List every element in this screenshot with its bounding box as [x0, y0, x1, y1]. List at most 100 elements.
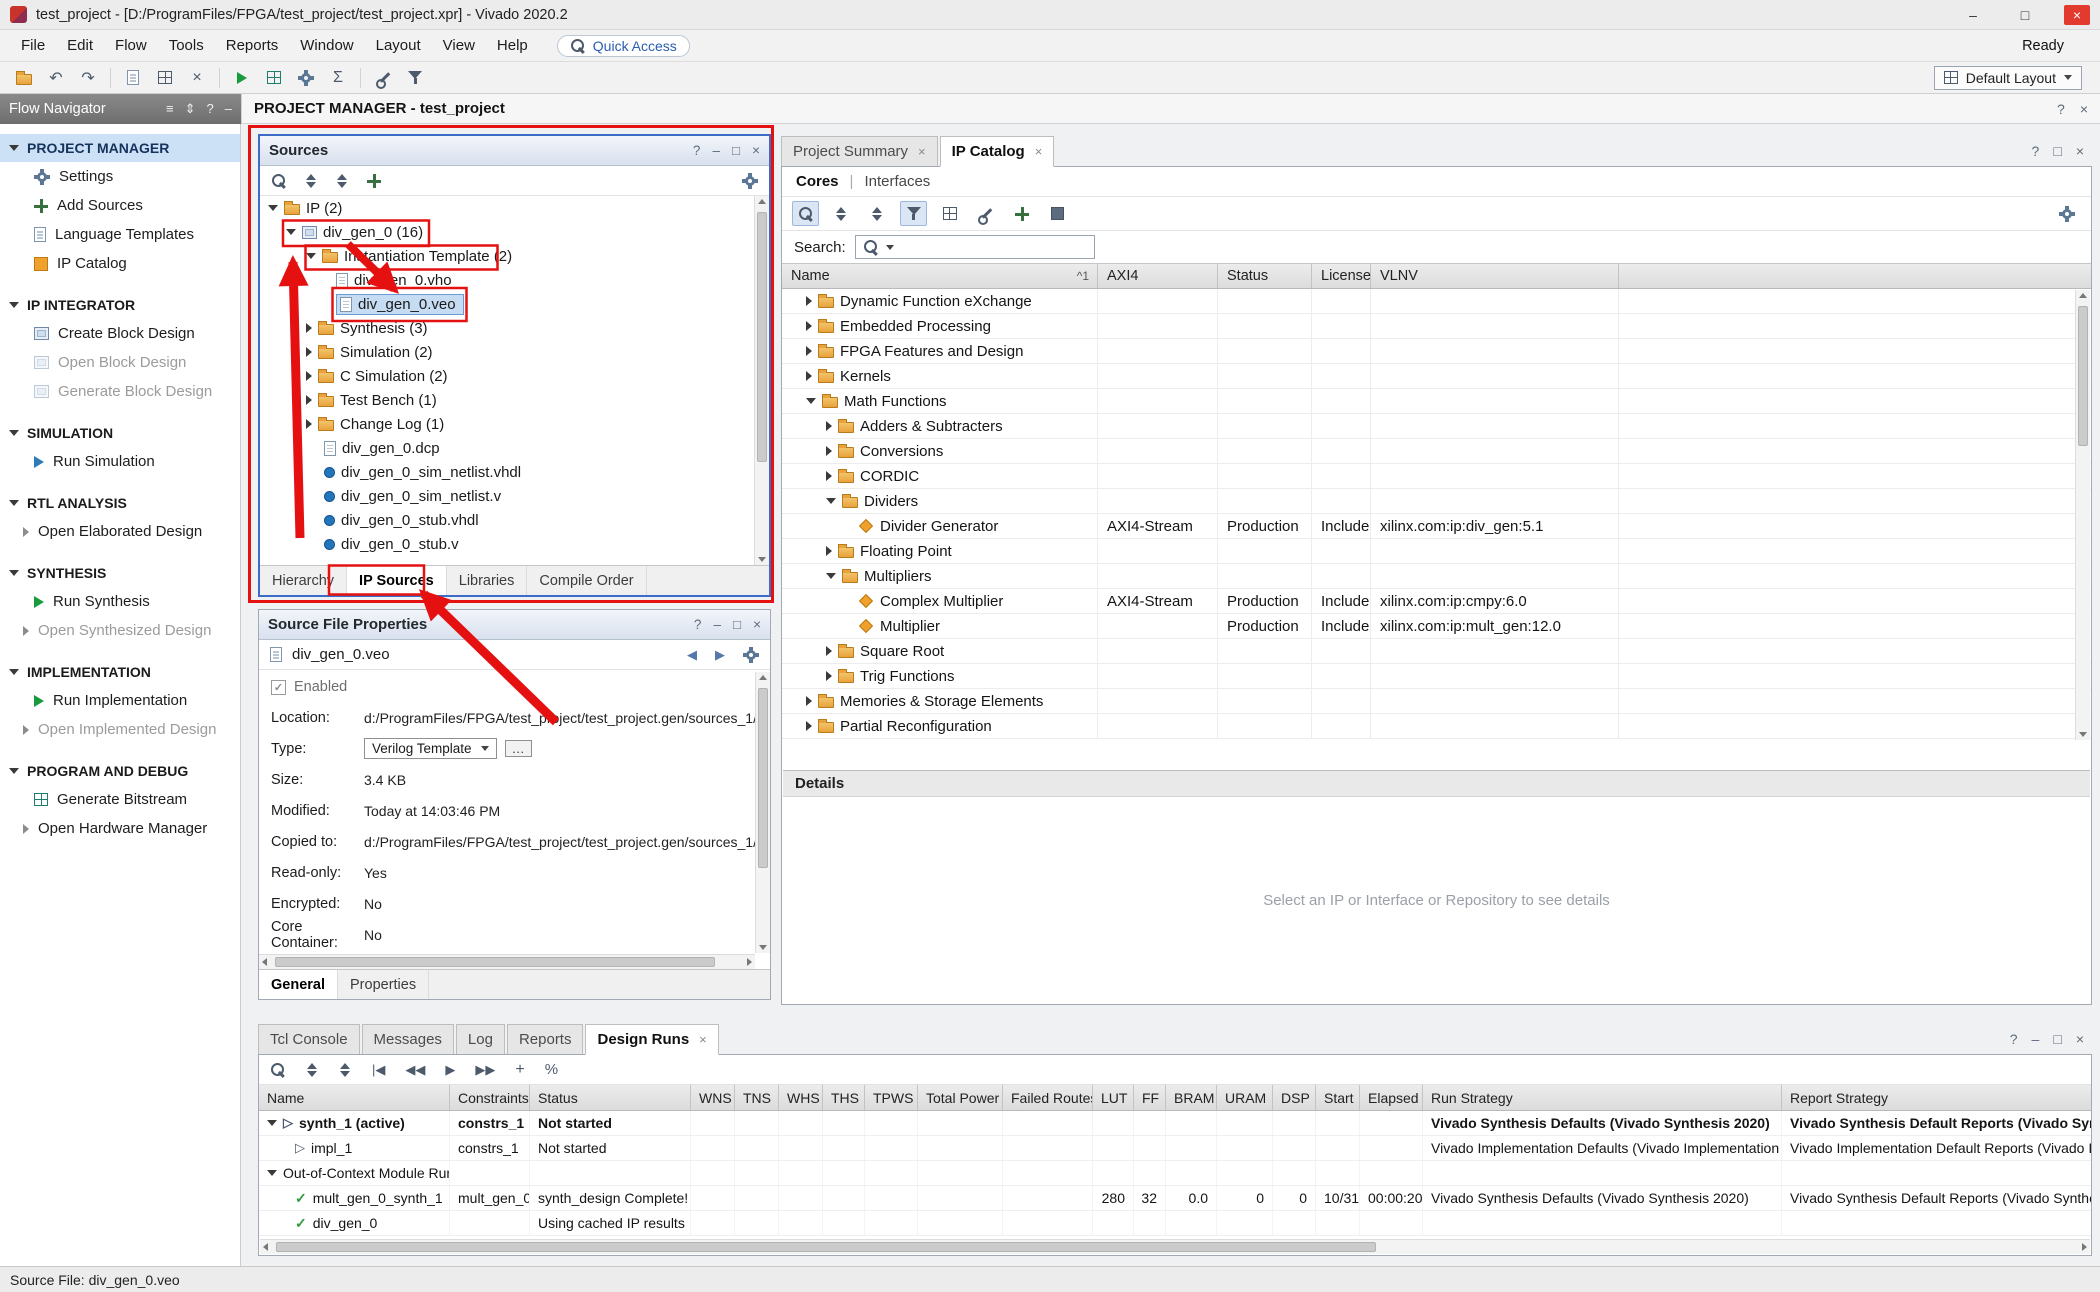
ip-category-row[interactable]: Trig Functions	[782, 664, 2091, 689]
chevron-down-icon[interactable]	[826, 498, 836, 504]
scrollbar-thumb[interactable]	[757, 212, 767, 462]
help-icon[interactable]: ?	[693, 143, 701, 158]
tree-item-change-log[interactable]: Change Log (1)	[260, 412, 769, 436]
help-icon[interactable]: ?	[694, 617, 702, 632]
column-failed-routes[interactable]: Failed Routes	[1003, 1085, 1093, 1110]
chevron-down-icon[interactable]	[286, 229, 296, 235]
ip-category-row[interactable]: Math Functions	[782, 389, 2091, 414]
help-icon[interactable]: ?	[2010, 1031, 2018, 1047]
tree-item-div-gen-0-veo[interactable]: div_gen_0.veo	[260, 292, 769, 316]
view-button[interactable]	[1044, 201, 1071, 226]
sidebar-item-run-implementation[interactable]: Run Implementation	[0, 686, 240, 715]
ip-category-row[interactable]: CORDIC	[782, 464, 2091, 489]
redo-icon[interactable]: ↷	[72, 66, 104, 90]
column-lut[interactable]: LUT	[1093, 1085, 1134, 1110]
chevron-right-icon[interactable]	[806, 296, 812, 306]
sources-scrollbar[interactable]	[754, 196, 769, 565]
type-select[interactable]: Verilog Template	[364, 738, 497, 759]
tab-reports[interactable]: Reports	[507, 1024, 584, 1054]
gear-icon[interactable]	[743, 647, 759, 663]
search-input[interactable]	[855, 235, 1095, 259]
elaborate-icon[interactable]	[258, 66, 290, 90]
column-constraints[interactable]: Constraints	[450, 1085, 530, 1110]
menu-reports[interactable]: Reports	[215, 30, 290, 61]
scroll-right-icon[interactable]	[747, 958, 752, 966]
tree-item-div-gen-0[interactable]: div_gen_0 (16)	[260, 220, 769, 244]
expand-all-button[interactable]	[864, 201, 891, 226]
chevron-right-icon[interactable]	[306, 371, 312, 381]
chevron-right-icon[interactable]	[826, 446, 832, 456]
report-icon[interactable]	[149, 66, 181, 90]
gear-icon[interactable]	[2059, 206, 2075, 222]
scrollbar-thumb[interactable]	[275, 957, 715, 967]
chevron-down-icon[interactable]	[9, 570, 19, 576]
tree-item-stub-v[interactable]: div_gen_0_stub.v	[260, 532, 769, 556]
group-button[interactable]	[936, 201, 963, 226]
minimize-panel-icon[interactable]: –	[713, 617, 721, 632]
tab-libraries[interactable]: Libraries	[447, 566, 528, 595]
sidebar-item-run-synthesis[interactable]: Run Synthesis	[0, 587, 240, 616]
scroll-up-icon[interactable]	[759, 675, 767, 680]
chevron-down-icon[interactable]	[306, 253, 316, 259]
run-icon[interactable]	[226, 66, 258, 90]
close-tab-icon[interactable]: ×	[699, 1032, 707, 1047]
open-project-icon[interactable]	[8, 66, 40, 90]
ip-category-row[interactable]: Square Root	[782, 639, 2091, 664]
tab-properties[interactable]: Properties	[338, 970, 429, 999]
column-elapsed[interactable]: Elapsed	[1360, 1085, 1423, 1110]
add-repository-button[interactable]	[1008, 201, 1035, 226]
fast-forward-icon[interactable]: ▶▶	[475, 1062, 495, 1078]
step-back-icon[interactable]: ◀◀	[405, 1062, 425, 1078]
layout-selector[interactable]: Default Layout	[1934, 66, 2082, 90]
chevron-right-icon[interactable]	[826, 671, 832, 681]
expand-all-icon[interactable]	[336, 173, 349, 189]
enabled-checkbox[interactable]: ✓	[271, 680, 286, 695]
chevron-right-icon[interactable]	[806, 696, 812, 706]
ip-category-row[interactable]: Embedded Processing	[782, 314, 2091, 339]
close-workspace-icon[interactable]: ×	[2080, 101, 2088, 117]
ip-category-row[interactable]: Floating Point	[782, 539, 2091, 564]
sidebar-item-open-elaborated-design[interactable]: Open Elaborated Design	[0, 517, 240, 546]
column-axi4[interactable]: AXI4	[1098, 264, 1218, 288]
minimize-panel-icon[interactable]: –	[2032, 1031, 2040, 1047]
tree-item-ip[interactable]: IP (2)	[260, 196, 769, 220]
chevron-down-icon[interactable]	[9, 302, 19, 308]
design-runs-hscrollbar[interactable]	[260, 1239, 2090, 1254]
minimize-button[interactable]: –	[1960, 7, 1986, 23]
sidebar-item-language-templates[interactable]: Language Templates	[0, 220, 240, 249]
close-panel-icon[interactable]: ×	[753, 617, 761, 632]
sidebar-section-implementation[interactable]: IMPLEMENTATION	[0, 658, 240, 686]
ip-category-row[interactable]: FPGA Features and Design	[782, 339, 2091, 364]
column-tns[interactable]: TNS	[735, 1085, 779, 1110]
menu-window[interactable]: Window	[289, 30, 364, 61]
chevron-right-icon[interactable]	[306, 395, 312, 405]
column-wns[interactable]: WNS	[691, 1085, 735, 1110]
chevron-down-icon[interactable]	[9, 500, 19, 506]
chevron-down-icon[interactable]	[9, 145, 19, 151]
chevron-right-icon[interactable]	[23, 527, 29, 537]
probe-icon[interactable]	[399, 66, 431, 90]
help-icon[interactable]: ?	[2057, 101, 2065, 117]
expand-all-icon[interactable]	[339, 1062, 352, 1078]
maximize-button[interactable]: □	[2012, 7, 2038, 23]
column-tpws[interactable]: TPWS	[865, 1085, 918, 1110]
chevron-down-icon[interactable]	[267, 1170, 277, 1176]
help-icon[interactable]: ?	[2032, 143, 2040, 159]
ip-catalog-scrollbar[interactable]	[2075, 290, 2090, 740]
run-group-row[interactable]: Out-of-Context Module Runs	[259, 1161, 2091, 1186]
subtab-cores[interactable]: Cores	[796, 173, 839, 190]
tree-item-stub-vhdl[interactable]: div_gen_0_stub.vhdl	[260, 508, 769, 532]
close-panel-icon[interactable]: ×	[2076, 143, 2084, 159]
sidebar-item-run-simulation[interactable]: Run Simulation	[0, 447, 240, 476]
float-panel-icon[interactable]: □	[733, 617, 741, 632]
ip-category-row[interactable]: Memories & Storage Elements	[782, 689, 2091, 714]
ip-category-row[interactable]: Multipliers	[782, 564, 2091, 589]
save-icon[interactable]	[117, 66, 149, 90]
collapse-all-icon[interactable]	[306, 1062, 319, 1078]
menu-tools[interactable]: Tools	[158, 30, 215, 61]
tab-design-runs[interactable]: Design Runs×	[585, 1024, 718, 1055]
toggle-icon[interactable]: ≡	[166, 101, 174, 117]
scroll-left-icon[interactable]	[262, 958, 267, 966]
column-status[interactable]: Status	[1218, 264, 1312, 288]
minimize-panel-icon[interactable]: –	[225, 101, 232, 117]
